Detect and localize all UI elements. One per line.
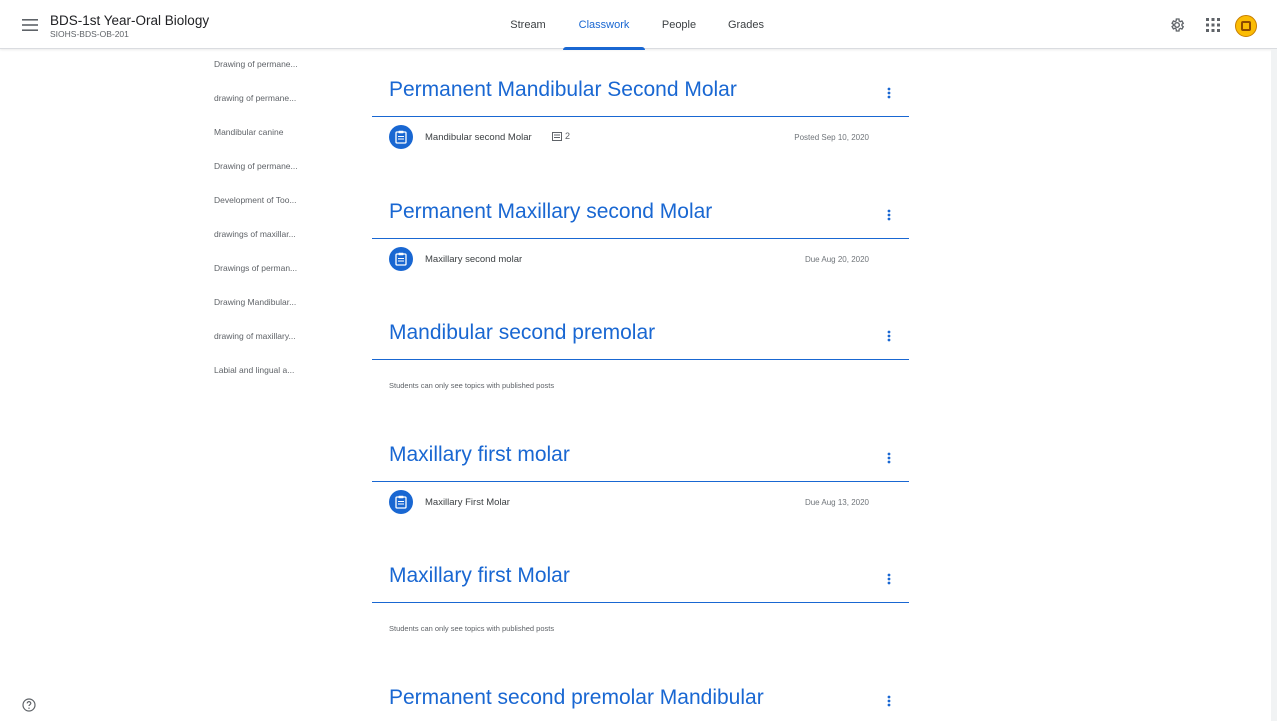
topic-empty-note: Students can only see topics with publis… (389, 624, 555, 633)
topic-divider (372, 359, 909, 360)
item-date: Due Aug 13, 2020 (804, 498, 869, 507)
more-vert-icon[interactable] (880, 570, 898, 588)
topic-index-item[interactable]: Labial and lingual a... (214, 365, 294, 375)
assignment-icon (389, 247, 413, 271)
topic-empty-note: Students can only see topics with publis… (389, 381, 555, 390)
topic-title[interactable]: Maxillary first Molar (389, 564, 570, 588)
apps-icon[interactable] (1202, 14, 1224, 36)
more-vert-icon[interactable] (880, 206, 898, 224)
classwork-item[interactable]: Mandibular second Molar 2 Posted Sep 10,… (372, 117, 909, 160)
profile-emblem-icon (1241, 21, 1251, 31)
page-scrollbar[interactable] (1271, 49, 1277, 721)
topic-title[interactable]: Permanent Maxillary second Molar (389, 200, 712, 224)
topic-index-item[interactable]: Mandibular canine (214, 127, 283, 137)
assignment-icon (389, 125, 413, 149)
topic-index-item[interactable]: Drawing Mandibular... (214, 297, 296, 307)
assignment-icon (389, 490, 413, 514)
top-app-bar: BDS-1st Year-Oral Biology SIOHS-BDS-OB-2… (0, 0, 1277, 50)
topic-index-item[interactable]: Development of Too... (214, 195, 297, 205)
item-title: Maxillary second molar (425, 254, 523, 265)
tab-label: Stream (510, 18, 546, 31)
attachment-icon (552, 131, 562, 141)
avatar[interactable] (1235, 15, 1257, 37)
more-vert-icon[interactable] (880, 327, 898, 345)
more-vert-icon[interactable] (880, 692, 898, 710)
topic-index-item[interactable]: drawing of maxillary... (214, 331, 296, 341)
tab-label: People (661, 18, 697, 31)
attachment-count: 2 (552, 131, 570, 141)
classroom-app: BDS-1st Year-Oral Biology SIOHS-BDS-OB-2… (0, 0, 1277, 721)
active-tab-indicator (563, 47, 645, 50)
item-date: Posted Sep 10, 2020 (794, 133, 869, 142)
settings-icon[interactable] (1166, 14, 1188, 36)
topic-index-item[interactable]: drawings of maxillar... (214, 229, 296, 239)
topic-title[interactable]: Permanent Mandibular Second Molar (389, 78, 737, 102)
help-icon[interactable] (20, 696, 38, 714)
item-date: Due Aug 20, 2020 (804, 255, 869, 264)
class-code: SIOHS-BDS-OB-201 (50, 29, 129, 39)
tab-label: Classwork (578, 18, 630, 31)
item-title: Mandibular second Molar (425, 132, 532, 143)
topic-index-item[interactable]: Drawing of permane... (214, 59, 298, 69)
topic-title[interactable]: Maxillary first molar (389, 443, 570, 467)
topic-index-item[interactable]: Drawings of perman... (214, 263, 297, 273)
tab-people[interactable]: People (647, 0, 711, 49)
topic-index-item[interactable]: drawing of permane... (214, 93, 296, 103)
item-title: Maxillary First Molar (425, 497, 510, 508)
tab-classwork[interactable]: Classwork (563, 0, 645, 50)
menu-icon[interactable] (18, 14, 42, 36)
tab-label: Grades (727, 18, 765, 31)
tab-grades[interactable]: Grades (713, 0, 779, 49)
classwork-item[interactable]: Maxillary First Molar Due Aug 13, 2020 (372, 482, 909, 525)
more-vert-icon[interactable] (880, 84, 898, 102)
classwork-item[interactable]: Maxillary second molar Due Aug 20, 2020 (372, 239, 909, 282)
topic-title[interactable]: Permanent second premolar Mandibular (389, 686, 764, 710)
class-title[interactable]: BDS-1st Year-Oral Biology (50, 13, 209, 28)
topic-divider (372, 602, 909, 603)
tab-stream[interactable]: Stream (495, 0, 561, 49)
topic-index-item[interactable]: Drawing of permane... (214, 161, 298, 171)
topic-title[interactable]: Mandibular second premolar (389, 321, 655, 345)
more-vert-icon[interactable] (880, 449, 898, 467)
attachment-count-value: 2 (565, 131, 571, 141)
